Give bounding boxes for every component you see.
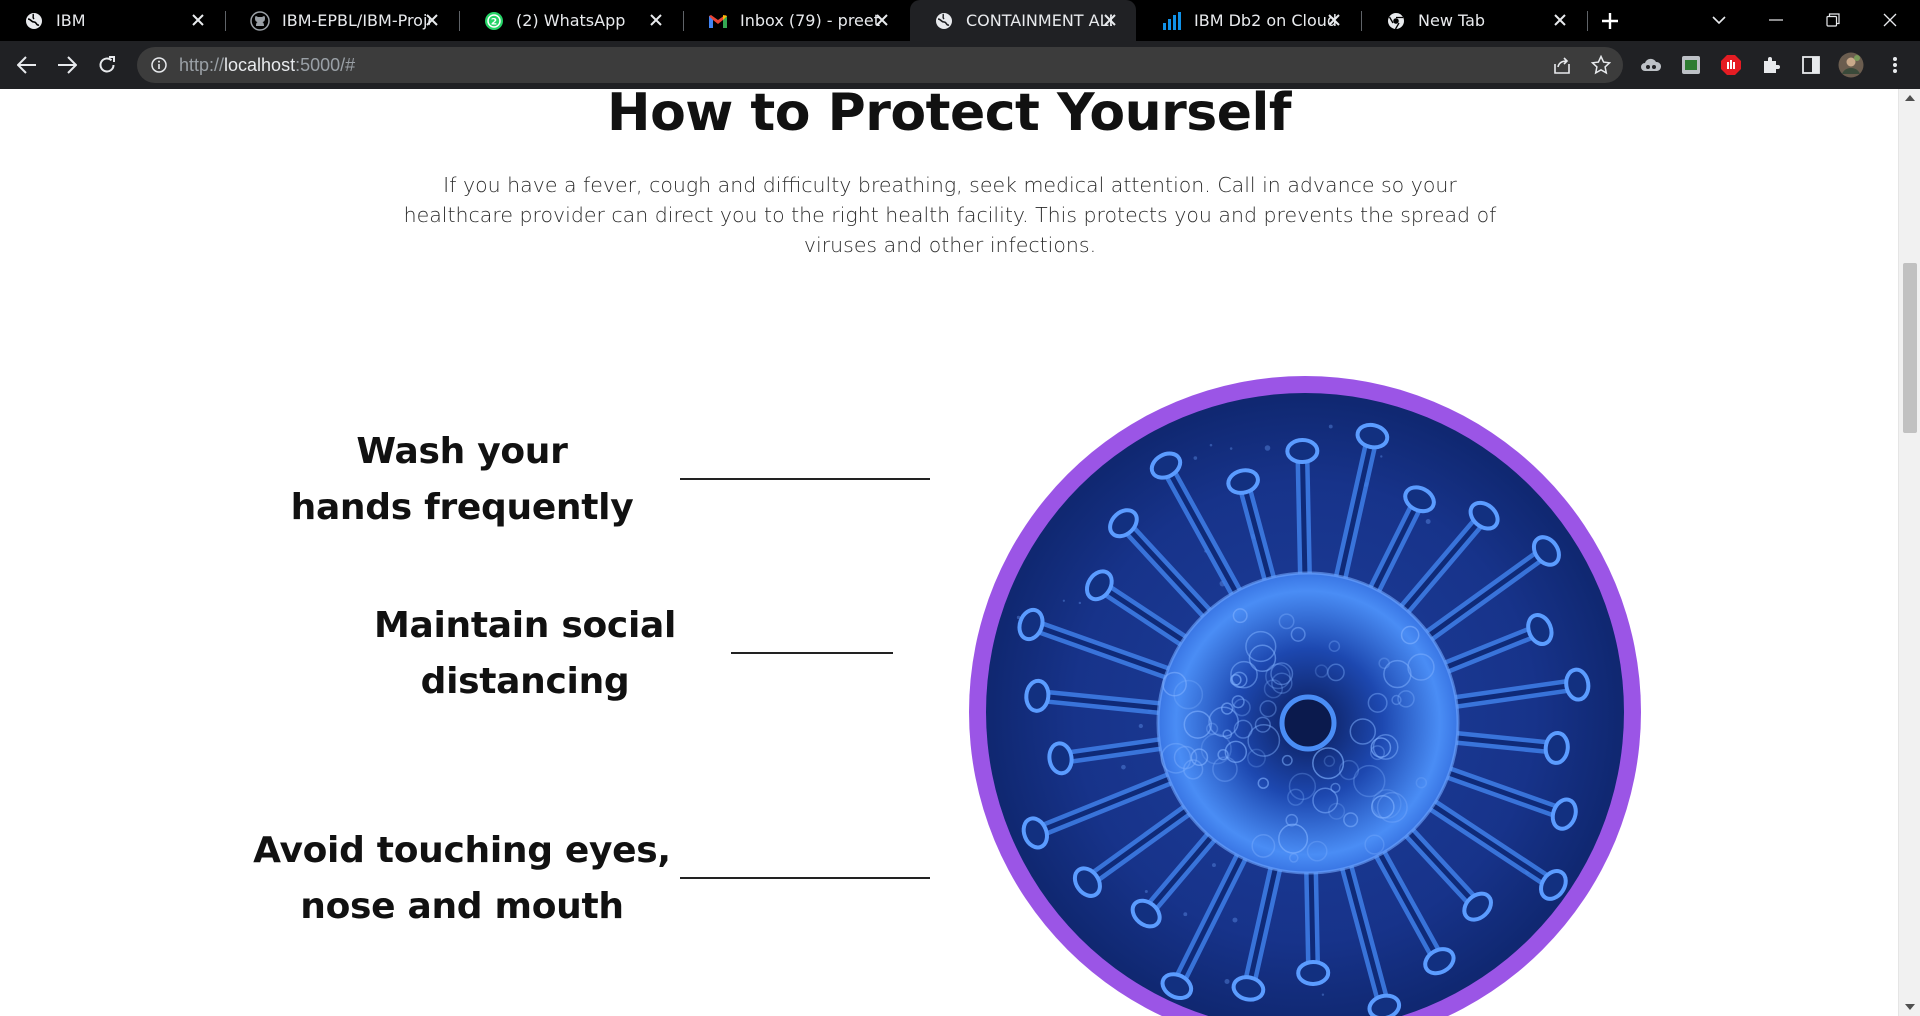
avatar-icon [1838, 52, 1864, 78]
address-bar[interactable]: http://localhost:5000/# [137, 47, 1623, 83]
cloud-extension-icon [1641, 58, 1662, 71]
tip-wash-hands: Wash your hands frequently [262, 424, 662, 536]
restore-icon [1826, 13, 1840, 27]
back-button[interactable] [12, 50, 42, 80]
tip-line-2: distancing [420, 661, 630, 702]
page-viewport: How to Protect Yourself If you have a fe… [0, 89, 1898, 1016]
tab-title: New Tab [1418, 11, 1486, 30]
extension-sheet-button[interactable] [1676, 50, 1706, 80]
share-icon[interactable] [1551, 54, 1573, 76]
close-icon[interactable] [1548, 8, 1572, 32]
tip-connector-line [731, 652, 893, 654]
tab-title: (2) WhatsApp [516, 11, 626, 30]
tab-whatsapp[interactable]: 2 (2) WhatsApp [460, 0, 682, 41]
url-text[interactable]: http://localhost:5000/# [179, 55, 355, 76]
chrome-icon [1386, 11, 1406, 31]
tab-ibm[interactable]: IBM [0, 0, 224, 41]
chevron-down-icon [1712, 15, 1726, 24]
tab-title: IBM Db2 on Cloud [1194, 11, 1338, 30]
tab-title: IBM [56, 11, 86, 30]
browser-tab-strip: IBM IBM-EPBL/IBM-Projec 2 (2) WhatsApp I… [0, 0, 1920, 41]
tab-title: CONTAINMENT ALERT [966, 11, 1112, 30]
close-icon[interactable] [644, 8, 668, 32]
restore-button[interactable] [1818, 5, 1848, 35]
tip-connector-line [680, 877, 930, 879]
scroll-down-arrow[interactable] [1899, 998, 1920, 1016]
tab-title: IBM-EPBL/IBM-Projec [282, 11, 430, 30]
side-panel-button[interactable] [1796, 50, 1826, 80]
close-icon[interactable] [1098, 8, 1122, 32]
extension-adblock-button[interactable] [1716, 50, 1746, 80]
stop-hand-icon [1721, 55, 1741, 75]
tab-db2[interactable]: IBM Db2 on Cloud [1138, 0, 1360, 41]
reload-button[interactable] [92, 50, 122, 80]
new-tab-button[interactable] [1596, 7, 1624, 35]
tip-line-2: hands frequently [290, 487, 634, 528]
side-panel-icon [1802, 56, 1820, 74]
tip-line-2: nose and mouth [300, 886, 624, 927]
caret-up-icon [1905, 95, 1915, 101]
bookmark-star-icon[interactable] [1590, 54, 1612, 76]
page-title: How to Protect Yourself [607, 89, 1291, 143]
scroll-up-arrow[interactable] [1899, 89, 1920, 107]
close-icon[interactable] [420, 8, 444, 32]
puzzle-icon [1764, 57, 1780, 73]
plus-icon [1602, 13, 1618, 29]
github-icon [250, 10, 270, 31]
url-host: localhost [224, 55, 296, 75]
browser-toolbar: http://localhost:5000/# [0, 41, 1920, 89]
arrow-left-icon [17, 56, 36, 74]
tab-containment-alert[interactable]: CONTAINMENT ALERT [910, 0, 1136, 41]
tip-avoid-touching-face: Avoid touching eyes, nose and mouth [242, 823, 682, 935]
extension-cloud-button[interactable] [1636, 50, 1666, 80]
page-scrollbar[interactable] [1898, 89, 1920, 1016]
tab-new-tab[interactable]: New Tab [1362, 0, 1586, 41]
tab-github[interactable]: IBM-EPBL/IBM-Projec [226, 0, 458, 41]
db2-icon [1162, 11, 1182, 31]
tab-gmail[interactable]: Inbox (79) - preetha.a [684, 0, 908, 41]
browser-menu-button[interactable] [1880, 50, 1910, 80]
minimize-button[interactable] [1761, 5, 1791, 35]
close-icon[interactable] [186, 8, 210, 32]
sheet-extension-icon [1682, 56, 1700, 74]
close-icon[interactable] [870, 8, 894, 32]
kebab-menu-icon [1893, 57, 1897, 73]
minimize-icon [1769, 19, 1783, 21]
virus-image-frame [969, 376, 1641, 1016]
gmail-icon [708, 11, 728, 31]
caret-down-icon [1905, 1004, 1915, 1010]
forward-button[interactable] [52, 50, 82, 80]
tab-search-button[interactable] [1704, 5, 1734, 35]
profile-avatar[interactable] [1836, 50, 1866, 80]
globe-icon [934, 11, 954, 31]
globe-icon [24, 11, 44, 31]
close-window-button[interactable] [1875, 5, 1905, 35]
whatsapp-icon: 2 [484, 11, 504, 31]
svg-text:2: 2 [491, 17, 497, 27]
intro-paragraph: If you have a fever, cough and difficult… [403, 173, 1497, 257]
tab-title: Inbox (79) - preetha.a [740, 11, 880, 30]
reload-icon [99, 56, 115, 73]
url-path: :5000/# [295, 55, 356, 75]
scroll-thumb[interactable] [1903, 263, 1917, 433]
tip-social-distancing: Maintain social distancing [345, 598, 705, 710]
tip-line-1: Maintain social [373, 605, 677, 646]
url-scheme: http:// [179, 55, 225, 75]
extensions-button[interactable] [1756, 50, 1786, 80]
tip-connector-line [680, 478, 930, 480]
virus-illustration [986, 393, 1624, 1016]
close-icon [1883, 13, 1897, 27]
close-icon[interactable] [1322, 8, 1346, 32]
arrow-right-icon [58, 56, 77, 74]
tip-line-1: Wash your [356, 431, 568, 472]
info-icon[interactable] [149, 55, 169, 75]
tip-line-1: Avoid touching eyes, [253, 830, 671, 871]
